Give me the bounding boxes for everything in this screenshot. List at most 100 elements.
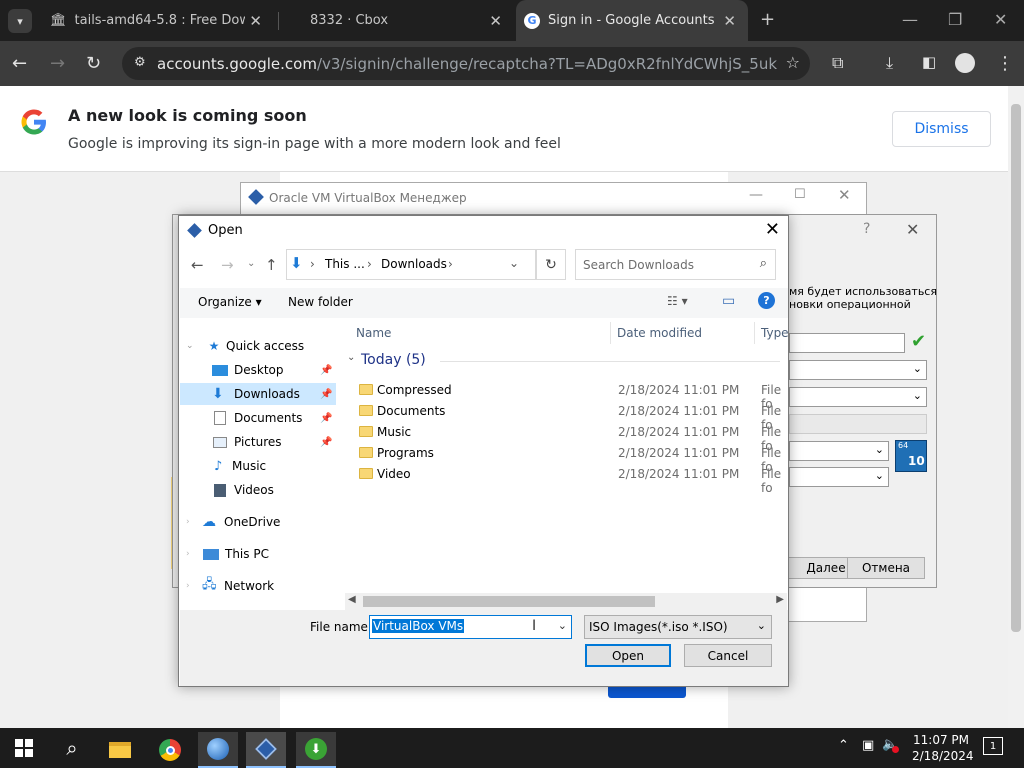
edition-select[interactable] <box>789 414 927 434</box>
os-type-select[interactable]: ⌄ <box>789 441 889 461</box>
chevron-down-icon[interactable]: ⌄ <box>509 256 519 270</box>
command-bar: Organize ▾ New folder ☷ ▾ ▭ ? <box>180 288 788 318</box>
nav-item-this-pc[interactable]: › This PC <box>180 543 340 565</box>
google-logo-icon <box>21 109 46 135</box>
window-close-icon[interactable]: ✕ <box>994 10 1007 29</box>
window-close-icon[interactable]: ✕ <box>838 186 851 204</box>
organize-button[interactable]: Organize ▾ <box>198 295 262 309</box>
page-scroll-thumb[interactable] <box>1011 104 1021 632</box>
chevron-down-icon[interactable]: ⌄ <box>558 619 567 632</box>
clock-time[interactable]: 11:07 PM <box>913 733 969 747</box>
scroll-thumb[interactable] <box>363 596 655 607</box>
pin-icon: 📌 <box>320 388 333 400</box>
desktop-icon <box>212 364 228 376</box>
window-close-icon[interactable]: ✕ <box>906 220 919 239</box>
search-icon[interactable]: ⌕ <box>52 730 92 766</box>
minimize-icon[interactable]: — <box>749 187 763 203</box>
nav-item-videos[interactable]: Videos <box>180 479 340 501</box>
extensions-icon[interactable]: ⧉ <box>832 53 843 73</box>
windows-logo-icon <box>15 739 33 757</box>
breadcrumb-downloads[interactable]: Downloads <box>381 257 447 271</box>
close-icon[interactable]: ✕ <box>723 12 736 30</box>
cancel-button[interactable]: Отмена <box>847 557 925 579</box>
close-icon[interactable]: ✕ <box>489 12 502 30</box>
list-item[interactable]: Music 2/18/2024 11:01 PM File fo <box>345 422 785 453</box>
help-icon[interactable]: ? <box>758 292 775 309</box>
back-arrow-icon[interactable]: ← <box>191 256 204 274</box>
breadcrumb[interactable]: ⬇ › This ... › Downloads › ⌄ <box>286 249 536 280</box>
filename-input[interactable]: VirtualBox VMs I ⌄ <box>369 615 572 639</box>
tab-title: 8332 · Cbox <box>310 13 389 28</box>
site-info-icon[interactable]: ⚙ <box>134 55 146 70</box>
nav-item-network[interactable]: › 🖧 Network <box>180 575 340 597</box>
column-header-name[interactable]: Name <box>356 326 391 340</box>
file-explorer-icon[interactable] <box>100 732 140 768</box>
list-item[interactable]: Documents 2/18/2024 11:01 PM File fo <box>345 401 785 432</box>
start-button[interactable] <box>4 730 44 766</box>
folder-icon <box>359 426 373 437</box>
tab-google-signin[interactable]: G Sign in - Google Accounts ✕ <box>516 0 748 41</box>
cancel-button[interactable]: Cancel <box>684 644 772 667</box>
nav-item-documents[interactable]: Documents 📌 <box>180 407 340 429</box>
virtualbox-icon[interactable] <box>246 732 286 768</box>
nav-item-desktop[interactable]: Desktop 📌 <box>180 359 340 381</box>
maximize-icon[interactable]: ☐ <box>794 187 806 202</box>
dialog-close-icon[interactable]: ✕ <box>765 219 780 240</box>
column-header-type[interactable]: Type <box>761 326 789 340</box>
scroll-left-icon[interactable]: ◀ <box>348 594 356 605</box>
download-icon[interactable]: ⤓ <box>886 53 893 73</box>
chrome-icon[interactable] <box>150 732 190 768</box>
preview-pane-icon[interactable]: ▭ <box>722 293 735 309</box>
browser-globe-icon[interactable] <box>198 732 238 768</box>
nav-item-quick-access[interactable]: ⌄ ★ Quick access <box>180 335 340 357</box>
clock-date[interactable]: 2/18/2024 <box>912 749 974 763</box>
group-header-today[interactable]: ⌄ Today (5) <box>345 351 785 371</box>
back-arrow-icon[interactable]: ← <box>12 53 27 74</box>
scroll-right-icon[interactable]: ▶ <box>776 594 784 605</box>
column-header-date[interactable]: Date modified <box>617 326 702 340</box>
network-tray-icon[interactable]: ▣ <box>862 738 874 753</box>
nav-item-downloads[interactable]: ⬇ Downloads 📌 <box>180 383 336 405</box>
tab-cbox[interactable]: 8332 · Cbox ✕ <box>282 0 514 41</box>
tray-chevron-icon[interactable]: ⌃ <box>838 738 849 753</box>
folder-icon <box>359 468 373 479</box>
horizontal-scrollbar[interactable]: ◀ ▶ <box>345 593 787 610</box>
iso-image-select[interactable]: ⌄ <box>789 387 927 407</box>
open-button[interactable]: Open <box>585 644 671 667</box>
restore-icon[interactable]: ❐ <box>948 10 962 29</box>
tab-search-button[interactable]: ▾ <box>8 9 32 33</box>
os-version-select[interactable]: ⌄ <box>789 467 889 487</box>
nav-item-pictures[interactable]: Pictures 📌 <box>180 431 340 453</box>
profile-avatar-icon[interactable] <box>955 53 975 73</box>
filetype-select[interactable]: ISO Images(*.iso *.ISO) ⌄ <box>584 615 772 639</box>
minimize-icon[interactable]: — <box>902 10 918 29</box>
vm-name-field[interactable] <box>789 333 905 353</box>
up-arrow-icon[interactable]: ↑ <box>265 256 278 274</box>
menu-dots-icon[interactable]: ⋮ <box>996 53 1014 74</box>
nav-item-music[interactable]: ♪ Music <box>180 455 340 477</box>
download-manager-icon[interactable]: ⬇ <box>296 732 336 768</box>
bookmark-star-icon[interactable]: ☆ <box>786 53 800 72</box>
notification-center-icon[interactable]: 1 <box>983 737 1003 755</box>
breadcrumb-this-pc[interactable]: This ... <box>325 257 365 271</box>
recent-locations-icon[interactable]: ⌄ <box>247 258 255 269</box>
close-icon[interactable]: ✕ <box>249 12 262 30</box>
search-input[interactable]: Search Downloads ⌕ <box>575 249 776 280</box>
reload-icon[interactable]: ↻ <box>86 53 101 74</box>
list-item[interactable]: Compressed 2/18/2024 11:01 PM File fo <box>345 380 785 411</box>
forward-arrow-icon[interactable]: → <box>221 256 234 274</box>
nav-item-onedrive[interactable]: › ☁ OneDrive <box>180 511 340 533</box>
dismiss-button[interactable]: Dismiss <box>892 111 991 147</box>
view-options-icon[interactable]: ☷ ▾ <box>667 294 688 308</box>
list-item[interactable]: Video 2/18/2024 11:01 PM File fo <box>345 464 785 495</box>
vm-folder-select[interactable]: ⌄ <box>789 360 927 380</box>
new-tab-button[interactable]: + <box>760 9 775 30</box>
refresh-icon[interactable]: ↻ <box>536 249 566 280</box>
help-icon[interactable]: ? <box>863 221 870 237</box>
list-item[interactable]: Programs 2/18/2024 11:01 PM File fo <box>345 443 785 474</box>
new-folder-button[interactable]: New folder <box>288 295 353 309</box>
side-panel-icon[interactable]: ◧ <box>922 53 936 71</box>
forward-arrow-icon[interactable]: → <box>50 53 65 74</box>
address-bar[interactable]: ⚙ accounts.google.com/v3/signin/challeng… <box>122 47 810 80</box>
tab-tails-download[interactable]: 🏛 tails-amd64-5.8 : Free Downloa ✕ <box>42 0 274 41</box>
